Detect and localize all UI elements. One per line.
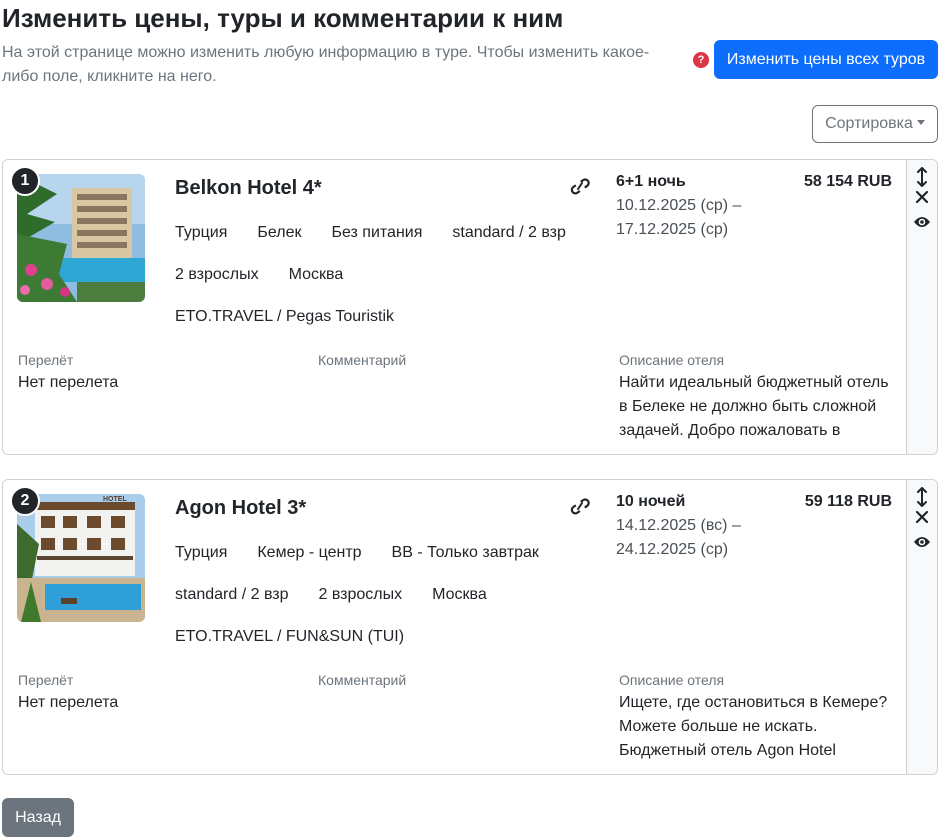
- hotel-description[interactable]: Найти идеальный бюджетный отель в Белеке…: [619, 371, 899, 443]
- comment-label: Комментарий: [318, 672, 407, 688]
- hotel-photo[interactable]: [17, 174, 145, 302]
- page-title: Изменить цены, туры и комментарии к ним: [2, 3, 564, 33]
- room-tag[interactable]: standard / 2 взр: [452, 221, 566, 245]
- nights[interactable]: 10 ночей: [616, 490, 685, 514]
- eye-icon[interactable]: [913, 215, 931, 235]
- delete-icon[interactable]: [913, 511, 931, 531]
- flight-label: Перелёт: [18, 672, 74, 688]
- room-tag[interactable]: standard / 2 взр: [175, 583, 289, 607]
- link-icon[interactable]: [569, 497, 591, 515]
- card-actions-sidebar: [906, 480, 937, 774]
- tour-tags-row: 2 взрослых Москва: [175, 263, 373, 287]
- tour-number-badge: 1: [10, 166, 40, 196]
- meal-tag[interactable]: BB - Только завтрак: [392, 541, 539, 565]
- hotel-photo[interactable]: HOTEL: [17, 494, 145, 622]
- tour-card: 2 HOTEL Agon Hotel 3* Турция Кемер - цен…: [2, 479, 938, 775]
- guests-tag[interactable]: 2 взрослых: [175, 263, 259, 287]
- resort-tag[interactable]: Кемер - центр: [257, 541, 361, 565]
- caret-down-icon: [916, 120, 925, 125]
- delete-icon[interactable]: [913, 191, 931, 211]
- comment-label: Комментарий: [318, 352, 407, 368]
- tour-operator[interactable]: ETO.TRAVEL / Pegas Touristik: [175, 305, 394, 329]
- hotel-name[interactable]: Agon Hotel 3*: [175, 496, 306, 520]
- resort-tag[interactable]: Белек: [257, 221, 301, 245]
- photo-hotel-sign: HOTEL: [103, 496, 127, 503]
- tour-tags-row: Турция Белек Без питания standard / 2 вз…: [175, 221, 596, 245]
- nights[interactable]: 6+1 ночь: [616, 170, 686, 194]
- change-all-prices-button[interactable]: Изменить цены всех туров: [714, 40, 938, 79]
- tour-price[interactable]: 59 118 RUB: [805, 490, 892, 514]
- tour-number-badge: 2: [10, 486, 40, 516]
- tour-tags-row: standard / 2 взр 2 взрослых Москва: [175, 583, 517, 607]
- page-description: На этой странице можно изменить любую ин…: [2, 44, 650, 85]
- hotel-description[interactable]: Ищете, где остановиться в Кемере? Можете…: [619, 691, 899, 763]
- hotel-description-label: Описание отеля: [619, 352, 725, 368]
- departure-city-tag[interactable]: Москва: [432, 583, 487, 607]
- help-icon[interactable]: ?: [693, 52, 709, 68]
- tour-card: 1 Belkon Hotel 4* Турция Белек Без питан…: [2, 159, 938, 455]
- sort-label: Сортировка: [825, 115, 913, 132]
- tour-tags-row: Турция Кемер - центр BB - Только завтрак: [175, 541, 569, 565]
- departure-city-tag[interactable]: Москва: [289, 263, 344, 287]
- card-actions-sidebar: [906, 160, 937, 454]
- link-icon[interactable]: [569, 177, 591, 195]
- drag-handle-icon[interactable]: [913, 487, 931, 507]
- tour-operator[interactable]: ETO.TRAVEL / FUN&SUN (TUI): [175, 625, 404, 649]
- flight-value[interactable]: Нет перелета: [18, 371, 118, 395]
- eye-icon[interactable]: [913, 535, 931, 555]
- meal-tag[interactable]: Без питания: [331, 221, 422, 245]
- guests-tag[interactable]: 2 взрослых: [319, 583, 403, 607]
- tour-price[interactable]: 58 154 RUB: [804, 170, 892, 194]
- flight-label: Перелёт: [18, 352, 74, 368]
- sort-dropdown-button[interactable]: Сортировка: [812, 105, 938, 143]
- hotel-name[interactable]: Belkon Hotel 4*: [175, 176, 322, 200]
- tour-dates[interactable]: 14.12.2025 (вс) – 24.12.2025 (ср): [616, 514, 766, 562]
- hotel-description-label: Описание отеля: [619, 672, 725, 688]
- country-tag[interactable]: Турция: [175, 541, 227, 565]
- back-button[interactable]: Назад: [2, 798, 74, 837]
- country-tag[interactable]: Турция: [175, 221, 227, 245]
- tour-dates[interactable]: 10.12.2025 (ср) – 17.12.2025 (ср): [616, 194, 766, 242]
- flight-value[interactable]: Нет перелета: [18, 691, 118, 715]
- drag-handle-icon[interactable]: [913, 167, 931, 187]
